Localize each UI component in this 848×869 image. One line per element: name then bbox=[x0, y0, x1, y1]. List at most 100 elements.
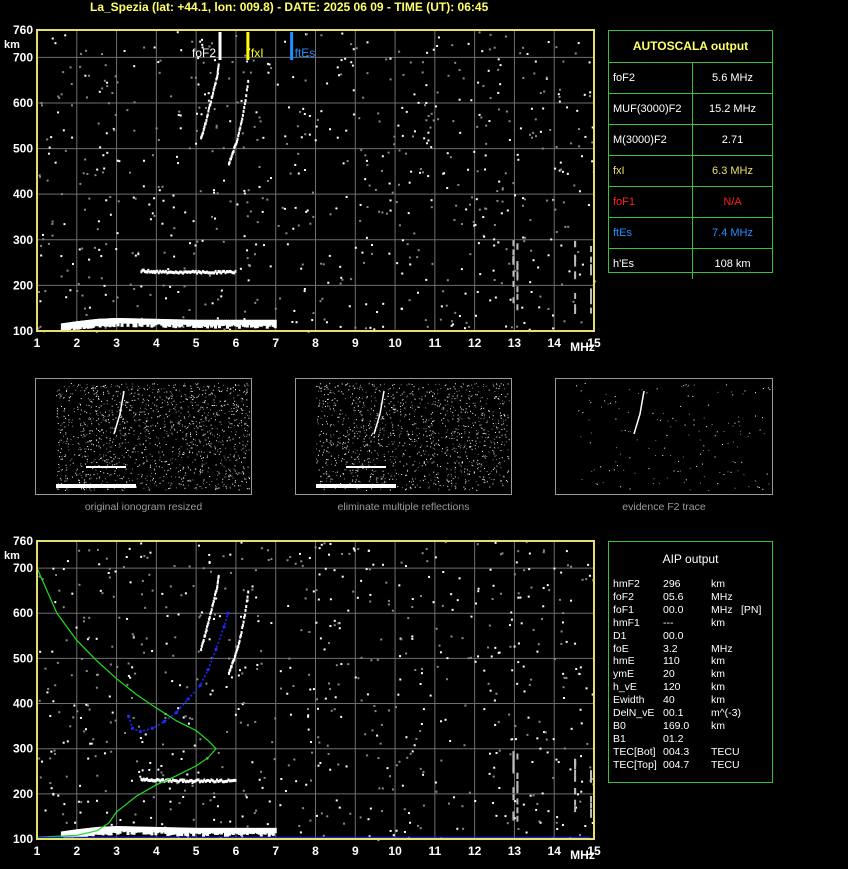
thumb-noise bbox=[139, 387, 141, 389]
noise-point bbox=[161, 823, 164, 826]
thumb-noise bbox=[92, 389, 94, 391]
noise-point bbox=[180, 758, 183, 761]
thumb-noise bbox=[400, 426, 402, 428]
noise-point bbox=[268, 800, 271, 803]
thumb-noise bbox=[381, 446, 383, 448]
noise-point bbox=[293, 309, 296, 312]
noise-point bbox=[188, 565, 191, 568]
thumb-noise bbox=[499, 474, 501, 476]
noise-point bbox=[105, 557, 108, 560]
thumb-noise bbox=[86, 412, 88, 414]
thumb-noise bbox=[469, 446, 471, 448]
thumb-noise bbox=[759, 429, 761, 431]
thumb-noise bbox=[483, 478, 485, 480]
thumb-noise bbox=[414, 423, 416, 425]
thumb-noise bbox=[478, 420, 480, 422]
thumb-noise bbox=[377, 442, 379, 444]
thumb-noise bbox=[501, 415, 503, 417]
thumb-noise bbox=[192, 420, 194, 422]
noise-point bbox=[205, 682, 208, 685]
thumb-noise bbox=[478, 476, 480, 478]
thumb-noise bbox=[198, 451, 200, 453]
thumb-noise bbox=[242, 444, 244, 446]
thumb-noise bbox=[441, 419, 443, 421]
noise-point bbox=[501, 187, 504, 190]
thumb-noise bbox=[471, 387, 473, 389]
thumb-noise bbox=[229, 459, 231, 461]
noise-point bbox=[301, 564, 304, 567]
noise-point bbox=[550, 238, 553, 241]
thumb-noise bbox=[383, 430, 385, 432]
noise-point bbox=[423, 137, 426, 140]
thumb-noise bbox=[80, 398, 82, 400]
thumb-noise bbox=[169, 391, 171, 393]
thumb-noise bbox=[322, 466, 324, 468]
thumb-noise bbox=[190, 423, 192, 425]
thumb-noise bbox=[507, 449, 509, 451]
x-tick-label: 7 bbox=[272, 844, 279, 858]
thumb-noise bbox=[93, 393, 95, 395]
trace-F-extraordinary bbox=[238, 639, 241, 643]
thumb-noise bbox=[419, 446, 421, 448]
thumb-noise bbox=[126, 481, 128, 483]
thumb-noise bbox=[478, 463, 480, 465]
thumb-noise bbox=[466, 457, 468, 459]
trace-F-ordinary bbox=[205, 628, 208, 632]
thumb-noise bbox=[235, 406, 237, 408]
noise-point bbox=[95, 637, 98, 640]
thumb-noise bbox=[472, 402, 474, 404]
thumb-noise bbox=[109, 474, 111, 476]
thumb-noise bbox=[91, 401, 93, 403]
thumb-noise bbox=[219, 400, 221, 402]
thumb-noise bbox=[152, 479, 154, 481]
noise-point bbox=[529, 219, 532, 222]
noise-point bbox=[450, 324, 453, 327]
noise-point bbox=[529, 281, 532, 284]
noise-point bbox=[450, 593, 453, 596]
thumb-noise bbox=[94, 458, 96, 460]
thumb-noise bbox=[499, 436, 501, 438]
thumb-noise bbox=[221, 409, 223, 411]
thumb-noise bbox=[82, 430, 84, 432]
trace-F-extraordinary bbox=[236, 137, 239, 141]
noise-point bbox=[405, 736, 408, 739]
thumb-noise bbox=[145, 456, 147, 458]
noise-point bbox=[579, 833, 582, 836]
thumb-noise bbox=[208, 420, 210, 422]
noise-point bbox=[563, 747, 566, 750]
noise-point bbox=[352, 590, 355, 593]
noise-point bbox=[359, 219, 362, 222]
noise-point bbox=[253, 125, 256, 128]
noise-point bbox=[487, 682, 490, 685]
thumb-noise bbox=[158, 390, 160, 392]
noise-point bbox=[451, 320, 454, 323]
thumb-noise bbox=[391, 461, 393, 463]
thumb-noise bbox=[428, 419, 430, 421]
thumb-noise bbox=[432, 436, 434, 438]
thumb-noise bbox=[247, 466, 249, 468]
thumb-noise bbox=[392, 432, 394, 434]
thumb-noise bbox=[184, 474, 186, 476]
thumb-noise bbox=[152, 430, 154, 432]
thumb-noise bbox=[387, 389, 389, 391]
thumb-noise bbox=[440, 388, 442, 390]
thumb-noise bbox=[437, 389, 439, 391]
thumb-noise bbox=[457, 394, 459, 396]
noise-point bbox=[515, 561, 518, 564]
thumb-noise bbox=[96, 413, 98, 415]
trace-F-ordinary bbox=[207, 109, 210, 113]
thumb-noise bbox=[358, 455, 360, 457]
noise-point bbox=[581, 780, 584, 783]
thumb-noise bbox=[178, 476, 180, 478]
noise-point bbox=[578, 273, 581, 276]
thumb-noise bbox=[59, 440, 61, 442]
noise-point bbox=[214, 613, 217, 616]
noise-point bbox=[222, 240, 225, 243]
thumb-noise bbox=[415, 408, 417, 410]
thumb-noise bbox=[422, 450, 424, 452]
thumb-noise bbox=[464, 411, 466, 413]
thumb-noise bbox=[246, 391, 248, 393]
noise-point bbox=[369, 600, 372, 603]
thumb-noise bbox=[217, 451, 219, 453]
thumb-noise bbox=[320, 417, 322, 419]
